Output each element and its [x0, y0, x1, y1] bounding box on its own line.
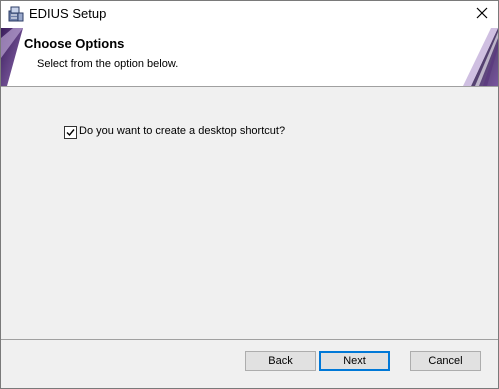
footer-divider: [1, 339, 498, 340]
installer-icon: [7, 5, 25, 23]
cancel-button[interactable]: Cancel: [410, 351, 481, 371]
page-heading: Choose Options: [24, 36, 125, 51]
close-icon: [476, 6, 488, 24]
page-subheading: Select from the option below.: [37, 58, 179, 70]
close-button[interactable]: [466, 1, 498, 28]
next-button[interactable]: Next: [319, 351, 390, 371]
desktop-shortcut-checkbox[interactable]: [64, 126, 77, 139]
back-button[interactable]: Back: [245, 351, 316, 371]
title-bar: EDIUS Setup: [1, 1, 498, 28]
header-banner: Choose Options Select from the option be…: [1, 28, 498, 86]
desktop-shortcut-label[interactable]: Do you want to create a desktop shortcut…: [79, 125, 285, 137]
banner-divider: [1, 86, 498, 87]
window-title: EDIUS Setup: [29, 6, 107, 21]
setup-window: EDIUS Setup Choose Options Select from t…: [0, 0, 499, 389]
